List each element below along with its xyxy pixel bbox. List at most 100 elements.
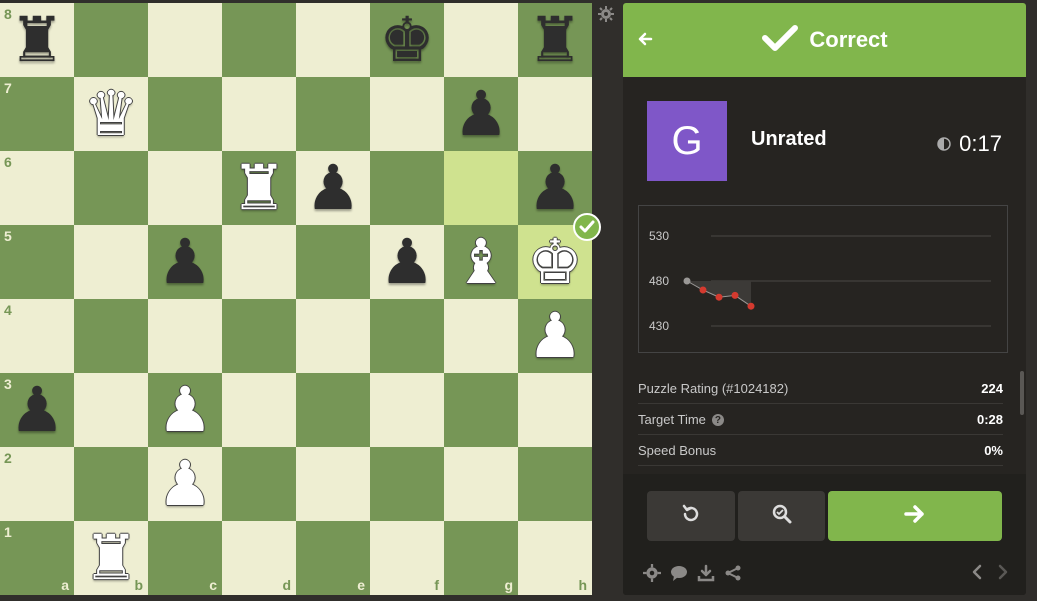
- square-h1[interactable]: h: [518, 521, 592, 595]
- square-a2[interactable]: 2: [0, 447, 74, 521]
- white-piece-b1[interactable]: ♜: [74, 521, 148, 595]
- square-e6[interactable]: ♟: [296, 151, 370, 225]
- square-f8[interactable]: ♚: [370, 3, 444, 77]
- square-c1[interactable]: c: [148, 521, 222, 595]
- square-e7[interactable]: [296, 77, 370, 151]
- black-piece-g7[interactable]: ♟: [444, 77, 518, 151]
- back-arrow-icon[interactable]: [637, 31, 653, 52]
- black-piece-h8[interactable]: ♜: [518, 3, 592, 77]
- square-c3[interactable]: ♟: [148, 373, 222, 447]
- square-h3[interactable]: [518, 373, 592, 447]
- square-a6[interactable]: 6: [0, 151, 74, 225]
- square-c6[interactable]: [148, 151, 222, 225]
- square-g1[interactable]: g: [444, 521, 518, 595]
- checkmark-icon: [761, 23, 799, 58]
- square-a4[interactable]: 4: [0, 299, 74, 373]
- square-e5[interactable]: [296, 225, 370, 299]
- square-f6[interactable]: [370, 151, 444, 225]
- stat-label: Speed Bonus: [638, 443, 716, 458]
- square-b1[interactable]: b ♜: [74, 521, 148, 595]
- square-e4[interactable]: [296, 299, 370, 373]
- square-d8[interactable]: [222, 3, 296, 77]
- white-piece-h4[interactable]: ♟: [518, 299, 592, 373]
- square-a7[interactable]: 7: [0, 77, 74, 151]
- settings-gear-icon[interactable]: [643, 564, 661, 587]
- square-b8[interactable]: [74, 3, 148, 77]
- square-h4[interactable]: ♟: [518, 299, 592, 373]
- square-f7[interactable]: [370, 77, 444, 151]
- arrow-right-icon: [904, 504, 926, 529]
- rank-label: 5: [4, 228, 12, 244]
- stat-label-text: Speed Bonus: [638, 442, 717, 458]
- square-f2[interactable]: [370, 447, 444, 521]
- square-g8[interactable]: [444, 3, 518, 77]
- square-d3[interactable]: [222, 373, 296, 447]
- square-b5[interactable]: [74, 225, 148, 299]
- square-c7[interactable]: [148, 77, 222, 151]
- square-g4[interactable]: [444, 299, 518, 373]
- square-h8[interactable]: ♜: [518, 3, 592, 77]
- square-a1[interactable]: 1a: [0, 521, 74, 595]
- chess-board[interactable]: 8 ♜ ♚ ♜ 7 ♛ ♟ 6 ♜ ♟ ♟ 5 ♟ ♟ ♝ ♚ 4 ♟ 3 ♟ ♟ 2 ♟ 1 a b ♜ c d e f g h: [0, 3, 592, 595]
- black-piece-f5[interactable]: ♟: [370, 225, 444, 299]
- download-icon[interactable]: [697, 564, 715, 587]
- retry-button[interactable]: [647, 491, 735, 541]
- chat-bubble-icon[interactable]: [670, 564, 688, 587]
- square-h7[interactable]: [518, 77, 592, 151]
- square-d7[interactable]: [222, 77, 296, 151]
- rating-point: [699, 286, 707, 294]
- chevron-right-icon[interactable]: [996, 564, 1010, 585]
- white-piece-c2[interactable]: ♟: [148, 447, 222, 521]
- square-f5[interactable]: ♟: [370, 225, 444, 299]
- square-b3[interactable]: [74, 373, 148, 447]
- square-b2[interactable]: [74, 447, 148, 521]
- square-d6[interactable]: ♜: [222, 151, 296, 225]
- black-piece-a3[interactable]: ♟: [0, 373, 74, 447]
- next-puzzle-button[interactable]: [828, 491, 1002, 541]
- square-g3[interactable]: [444, 373, 518, 447]
- square-e3[interactable]: [296, 373, 370, 447]
- square-e8[interactable]: [296, 3, 370, 77]
- square-a3[interactable]: 3 ♟: [0, 373, 74, 447]
- square-g7[interactable]: ♟: [444, 77, 518, 151]
- square-b4[interactable]: [74, 299, 148, 373]
- white-piece-b7[interactable]: ♛: [74, 77, 148, 151]
- result-title: Correct: [809, 27, 888, 52]
- square-d2[interactable]: [222, 447, 296, 521]
- stats-scrollbar[interactable]: [1020, 371, 1024, 415]
- square-f1[interactable]: f: [370, 521, 444, 595]
- rating-point: [715, 293, 723, 301]
- black-piece-f8[interactable]: ♚: [370, 3, 444, 77]
- square-e1[interactable]: e: [296, 521, 370, 595]
- square-h2[interactable]: [518, 447, 592, 521]
- analysis-button[interactable]: [738, 491, 825, 541]
- black-piece-c5[interactable]: ♟: [148, 225, 222, 299]
- square-d1[interactable]: d: [222, 521, 296, 595]
- square-d4[interactable]: [222, 299, 296, 373]
- square-e2[interactable]: [296, 447, 370, 521]
- square-c4[interactable]: [148, 299, 222, 373]
- square-g2[interactable]: [444, 447, 518, 521]
- black-piece-e6[interactable]: ♟: [296, 151, 370, 225]
- square-a8[interactable]: 8 ♜: [0, 3, 74, 77]
- help-icon[interactable]: ?: [711, 414, 724, 427]
- square-f4[interactable]: [370, 299, 444, 373]
- square-f3[interactable]: [370, 373, 444, 447]
- square-c5[interactable]: ♟: [148, 225, 222, 299]
- white-piece-g5[interactable]: ♝: [444, 225, 518, 299]
- square-c8[interactable]: [148, 3, 222, 77]
- square-g5[interactable]: ♝: [444, 225, 518, 299]
- white-piece-c3[interactable]: ♟: [148, 373, 222, 447]
- white-piece-d6[interactable]: ♜: [222, 151, 296, 225]
- square-b6[interactable]: [74, 151, 148, 225]
- square-d5[interactable]: [222, 225, 296, 299]
- file-label: f: [434, 577, 439, 593]
- black-piece-a8[interactable]: ♜: [0, 3, 74, 77]
- square-a5[interactable]: 5: [0, 225, 74, 299]
- chevron-left-icon[interactable]: [970, 564, 984, 585]
- square-c2[interactable]: ♟: [148, 447, 222, 521]
- board-settings-gear-icon[interactable]: [598, 6, 614, 27]
- square-g6[interactable]: [444, 151, 518, 225]
- square-b7[interactable]: ♛: [74, 77, 148, 151]
- share-icon[interactable]: [724, 564, 742, 587]
